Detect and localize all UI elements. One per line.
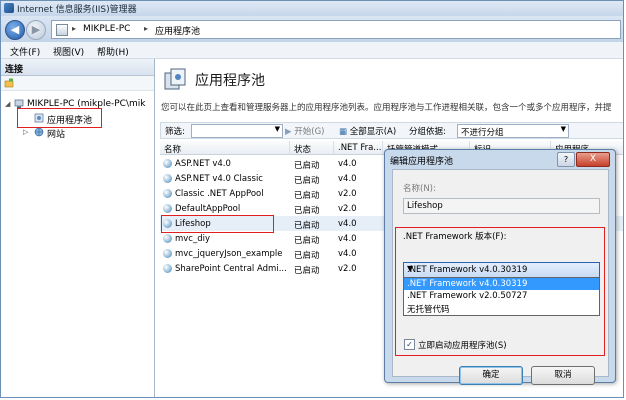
column-header-net-label: .NET Fra... [338,143,382,153]
app-pool-icon [163,234,172,243]
pool-status: 已启动 [294,206,320,216]
column-header-net-framework[interactable]: .NET Fra... [334,141,383,155]
pool-status: 已启动 [294,191,320,201]
go-arrow-icon: ▶ [285,127,295,137]
connections-toolbar [1,76,154,91]
pool-net-version: v2.0 [338,264,357,274]
group-by-label: 分组依据: [409,127,446,137]
help-icon[interactable]: ? [557,152,575,167]
pool-name: DefaultAppPool [175,204,241,214]
go-button-label: 开始(G) [294,127,325,137]
name-value: Lifeshop [407,201,443,211]
pool-net-version: v4.0 [338,234,357,244]
page-icon [56,24,68,36]
chevron-right-icon: ▸ [144,24,149,33]
pool-status: 已启动 [294,251,320,261]
back-arrow-icon[interactable]: ◀ [5,20,25,40]
forward-arrow-icon[interactable]: ▶ [26,20,46,40]
sites-globe-icon [34,127,44,137]
menu-bar: 文件(F) 视图(V) 帮助(H) [1,42,623,59]
pool-status: 已启动 [294,161,320,171]
show-all-button[interactable]: ▦ 全部显示(A) [339,125,396,137]
go-button[interactable]: ▶ 开始(G) [285,125,324,137]
cancel-button[interactable]: 取消 [531,366,595,385]
app-pool-icon [163,264,172,273]
app-pool-icon [163,174,172,183]
ok-button[interactable]: 确定 [459,366,523,385]
connections-header: 连接 [1,59,154,76]
page-description: 您可以在此页上查看和管理服务器上的应用程序池列表。应用程序池与工作进程相关联，包… [161,103,612,113]
chevron-right-icon: ▸ [72,24,77,33]
edit-app-pool-dialog: 编辑应用程序池 ? X 名称(N): Lifeshop .NET Framewo… [384,149,616,385]
pool-net-version: v4.0 [338,219,357,229]
app-pool-icon [163,159,172,168]
group-by-select[interactable]: 不进行分组 ▼ [457,124,569,138]
menu-view[interactable]: 视图(V) [53,45,84,58]
pool-name: ASP.NET v4.0 [175,159,231,169]
pool-name: mvc_diy [175,234,211,244]
pool-name: mvc_jqueryJson_example [175,249,283,259]
pool-status: 已启动 [294,236,320,246]
breadcrumb-server[interactable]: MIKPLE-PC [83,24,130,34]
close-icon[interactable]: X [576,152,610,167]
app-pool-icon [163,249,172,258]
dialog-body: 名称(N): Lifeshop .NET Framework 版本(F): .N… [392,169,609,385]
highlight-box-dialog [395,227,605,356]
dialog-title: 编辑应用程序池 [390,157,454,167]
pool-status: 已启动 [294,266,320,276]
column-header-status[interactable]: 状态 [290,141,334,155]
pool-status: 已启动 [294,176,320,186]
connections-pane: 连接 ◢ MIKPLE-PC (mikple-PC\mik 应用程序池 ▷ 网站 [1,59,155,397]
show-all-icon: ▦ [339,127,350,137]
address-field[interactable]: ▸ MIKPLE-PC ▸ 应用程序池 [51,20,621,39]
menu-help[interactable]: 帮助(H) [97,45,129,58]
pool-net-version: v4.0 [338,174,357,184]
pool-net-version: v2.0 [338,204,357,214]
connect-icon[interactable] [4,78,14,88]
menu-file[interactable]: 文件(F) [10,45,40,58]
name-label: 名称(N): [403,184,436,194]
dropdown-arrow-icon: ▼ [560,125,566,133]
expand-triangle-icon[interactable]: ▷ [23,128,28,136]
show-all-label: 全部显示(A) [349,127,397,137]
highlight-box-app-pools [17,108,102,128]
filter-bar: 筛选: ▼ ▶ 开始(G) ▦ 全部显示(A) 分组依据: 不进行分组 ▼ [160,122,623,139]
filter-input[interactable]: ▼ [191,124,283,138]
tree-item-sites[interactable]: 网站 [47,127,65,140]
column-header-name[interactable]: 名称 [160,141,290,155]
pool-net-version: v2.0 [338,189,357,199]
pool-net-version: v4.0 [338,159,357,169]
pool-name: ASP.NET v4.0 Classic [175,174,263,184]
iis-app-icon [4,3,14,13]
connections-title: 连接 [5,65,24,75]
app-pool-icon [163,189,172,198]
pool-status: 已启动 [294,221,320,231]
title-bar: Internet 信息服务(IIS)管理器 [1,1,623,16]
dropdown-arrow-icon[interactable]: ▼ [275,125,280,133]
column-header-status-label: 状态 [294,145,312,155]
name-field: Lifeshop [403,198,600,214]
app-pool-icon [163,204,172,213]
breadcrumb-app-pools[interactable]: 应用程序池 [155,24,200,37]
column-header-name-label: 名称 [164,145,182,155]
filter-label: 筛选: [165,127,185,137]
window-title: Internet 信息服务(IIS)管理器 [17,5,137,15]
pool-name: SharePoint Central Admi... [175,264,287,274]
app-pools-page-icon [164,68,186,90]
pool-net-version: v4.0 [338,249,357,259]
group-by-value: 不进行分组 [461,128,504,138]
collapse-triangle-icon[interactable]: ◢ [5,100,10,108]
iis-manager-window: Internet 信息服务(IIS)管理器 ◀ ▶ ▸ MIKPLE-PC ▸ … [0,0,624,398]
page-title: 应用程序池 [195,73,265,89]
pool-name: Classic .NET AppPool [175,189,264,199]
